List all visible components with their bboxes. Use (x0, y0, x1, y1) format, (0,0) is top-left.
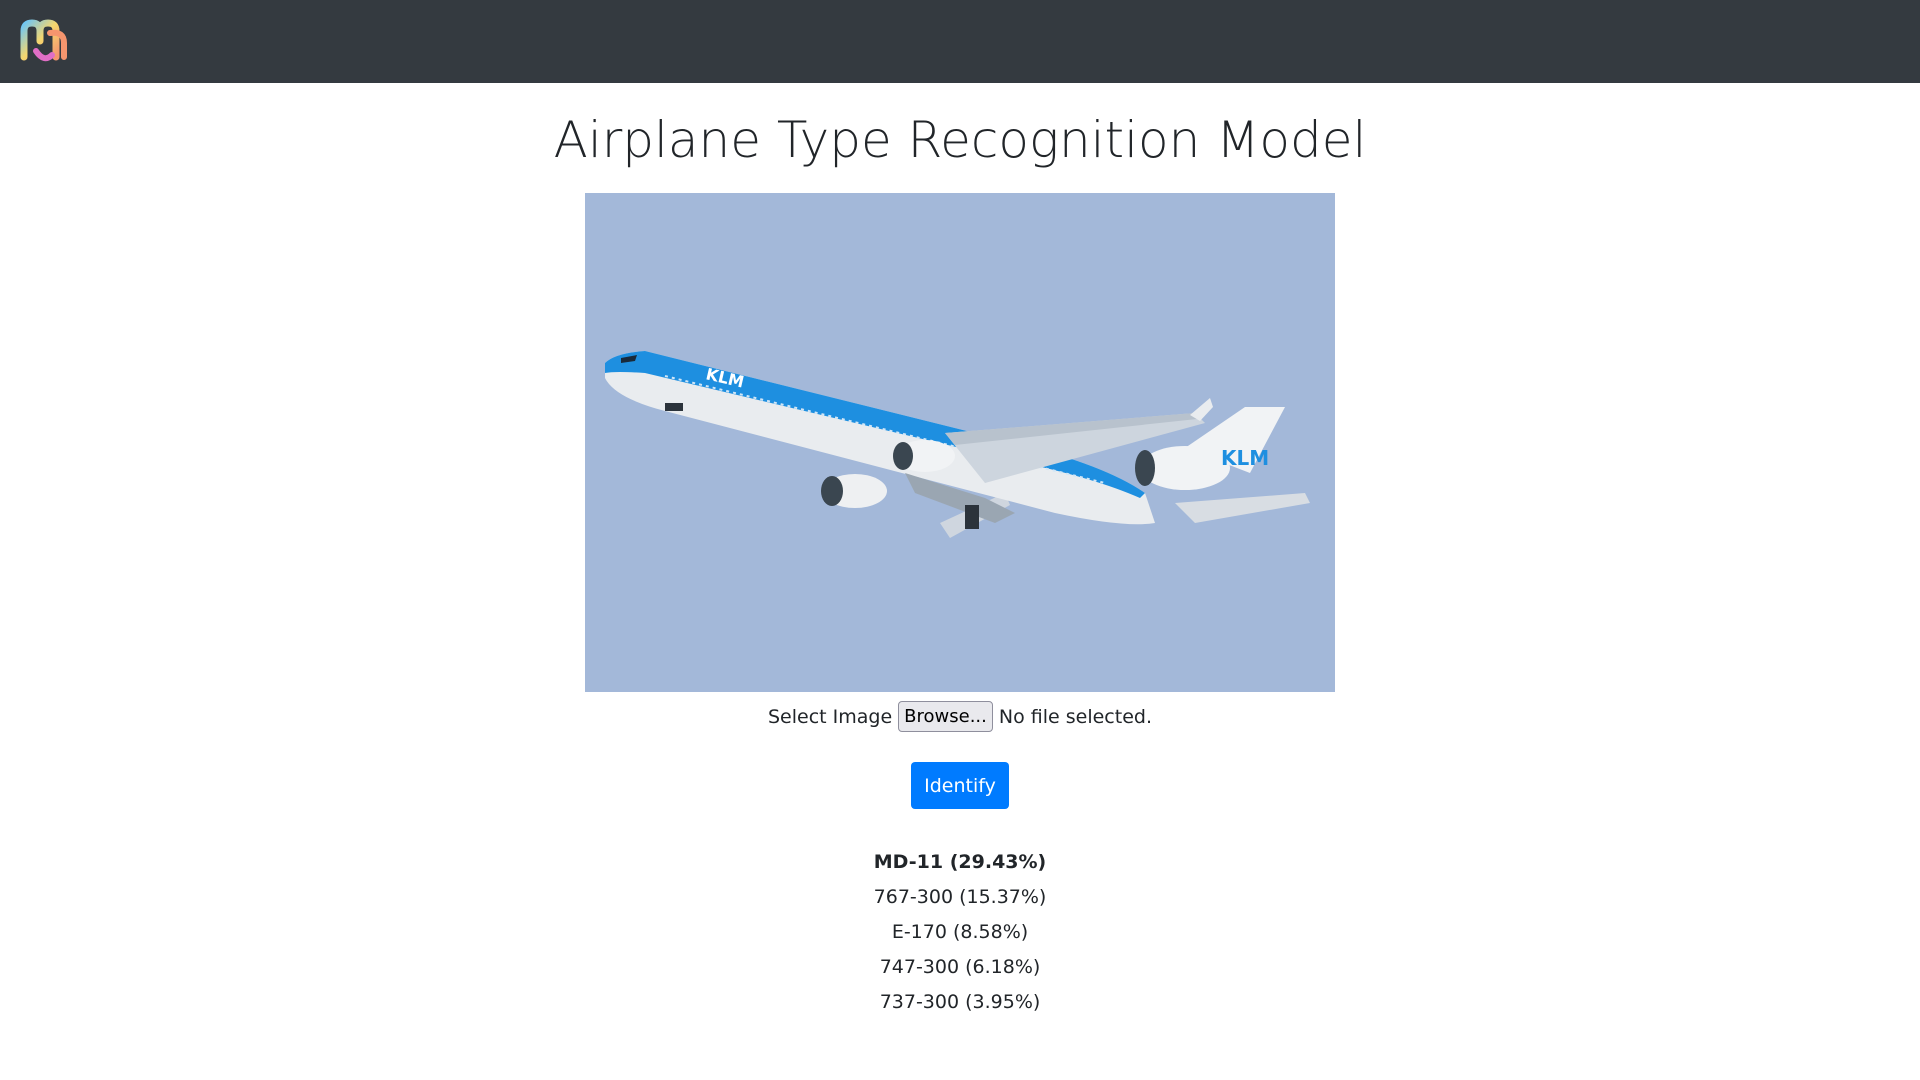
browse-button[interactable]: Browse... (898, 701, 993, 732)
file-status-text: No file selected. (998, 705, 1152, 728)
navbar (0, 0, 1920, 83)
upload-row: Select Image Browse... No file selected. (0, 701, 1920, 732)
result-item: E-170 (8.58%) (891, 921, 1029, 943)
result-item: 737-300 (3.95%) (879, 991, 1041, 1013)
result-item-top: MD-11 (29.43%) (873, 851, 1047, 873)
result-item: 747-300 (6.18%) (879, 956, 1041, 978)
results-list: MD-11 (29.43%) 767-300 (15.37%) E-170 (8… (0, 845, 1920, 1020)
select-image-label: Select Image (768, 705, 893, 728)
page-title: Airplane Type Recognition Model (553, 111, 1367, 169)
preview-image: KLM KLM (585, 193, 1335, 692)
identify-button[interactable]: Identify (911, 762, 1009, 809)
app-logo-icon[interactable] (20, 17, 70, 67)
result-item: 767-300 (15.37%) (873, 886, 1047, 908)
tail-livery-text: KLM (1221, 446, 1269, 470)
